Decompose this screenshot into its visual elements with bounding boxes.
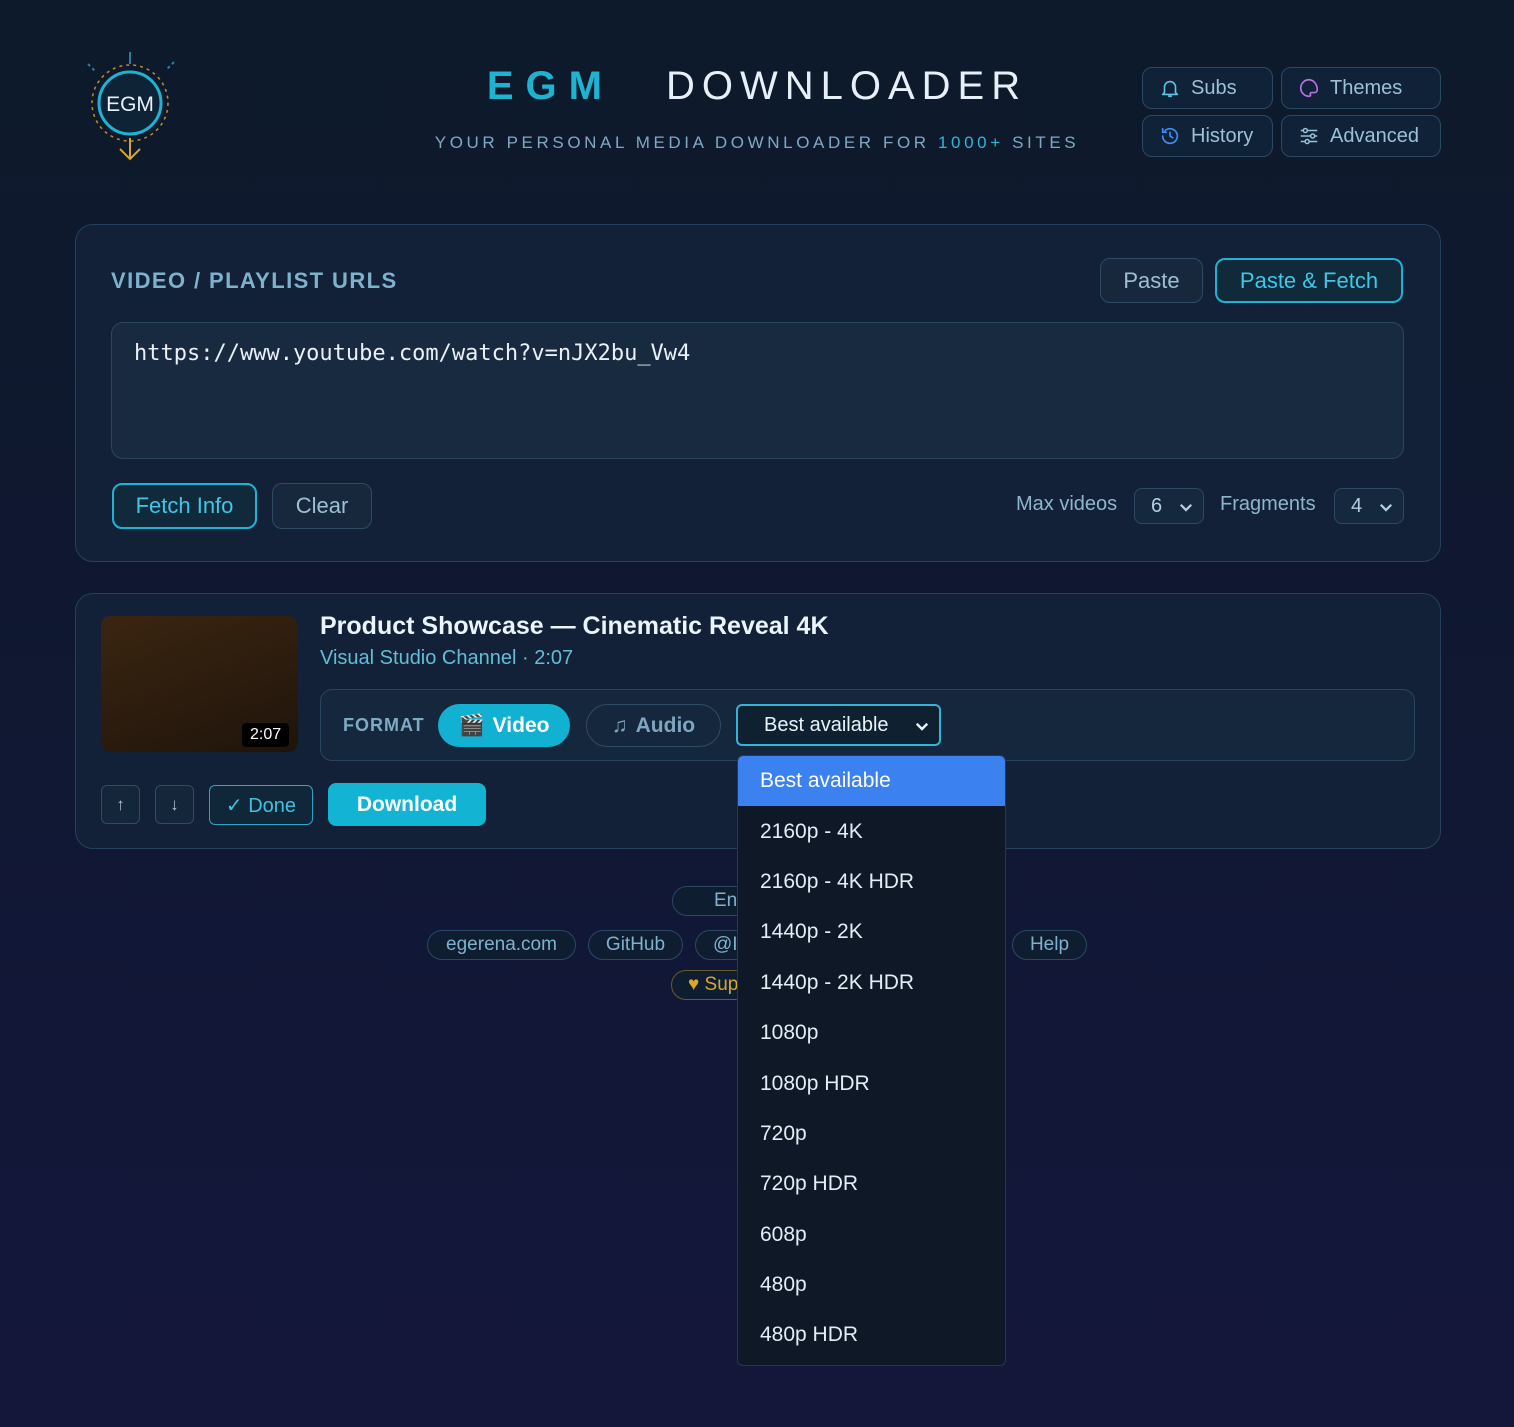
done-button[interactable]: ✓ Done [209,785,313,825]
quality-option[interactable]: Best available [738,756,1005,807]
fragments-value: 4 [1351,494,1363,517]
advanced-button[interactable]: Advanced [1281,115,1441,157]
url-textarea[interactable]: https://www.youtube.com/watch?v=nJX2bu_V… [111,322,1404,459]
paste-button[interactable]: Paste [1100,258,1203,303]
max-videos-select[interactable]: 6 [1134,488,1204,524]
max-videos-label: Max videos [1016,493,1118,515]
subs-button[interactable]: Subs [1142,67,1273,109]
chevron-down-icon [1379,503,1393,512]
title-product: DOWNLOADER [665,64,1028,108]
bell-icon [1161,80,1179,98]
video-title: Product Showcase — Cinematic Reveal 4K [320,612,829,640]
thumbnail-duration: 2:07 [242,723,290,747]
subtitle-text-end: SITES [1003,133,1080,152]
fragments-label: Fragments [1220,493,1316,515]
clapper-icon: 🎬 [458,713,485,737]
move-down-button[interactable]: ↓ [155,785,194,824]
subtitle-text: YOUR PERSONAL MEDIA DOWNLOADER FOR [434,133,938,152]
quality-option[interactable]: 1080p HDR [738,1058,1005,1108]
sliders-icon [1300,127,1318,145]
subtitle-highlight: 1000+ [938,133,1004,152]
move-up-button[interactable]: ↑ [101,785,140,824]
url-section-title: VIDEO / PLAYLIST URLS [111,268,398,293]
video-tab-label: Video [492,713,550,737]
chevron-down-icon [1179,503,1193,512]
max-videos-value: 6 [1151,494,1163,517]
history-button[interactable]: History [1142,115,1273,157]
fragments-select[interactable]: 4 [1334,488,1404,524]
site-link[interactable]: egerena.com [427,930,576,960]
quality-option[interactable]: 480p HDR [738,1310,1005,1360]
fetch-info-button[interactable]: Fetch Info [112,483,257,529]
themes-label: Themes [1330,76,1403,99]
quality-select[interactable]: Best available [736,704,941,746]
history-label: History [1191,124,1254,147]
quality-option[interactable]: 1080p [738,1008,1005,1058]
music-note-icon: ♫ [611,713,628,737]
subs-label: Subs [1191,76,1237,99]
quality-option[interactable]: 2160p - 4K [738,806,1005,856]
quality-option[interactable]: 1440p - 2K HDR [738,958,1005,1008]
palette-icon [1300,78,1319,98]
title-brand: EGM [486,64,614,108]
download-button[interactable]: Download [328,783,486,826]
quality-option[interactable]: 720p HDR [738,1159,1005,1209]
quality-option[interactable]: 480p [738,1260,1005,1310]
github-link[interactable]: GitHub [588,930,683,960]
video-format-tab[interactable]: 🎬 Video [438,704,570,747]
history-icon [1161,127,1179,145]
quality-dropdown: Best available 2160p - 4K 2160p - 4K HDR… [737,755,1006,1366]
quality-option[interactable]: 1440p - 2K [738,907,1005,957]
advanced-label: Advanced [1330,124,1419,147]
format-label: FORMAT [343,715,425,735]
themes-button[interactable]: Themes [1281,67,1441,109]
audio-format-tab[interactable]: ♫ Audio [586,704,721,747]
paste-fetch-button[interactable]: Paste & Fetch [1215,258,1403,303]
help-link[interactable]: Help [1012,930,1087,960]
quality-option[interactable]: 720p [738,1109,1005,1159]
chevron-down-icon [915,722,929,731]
audio-tab-label: Audio [635,713,696,737]
quality-option[interactable]: 608p [738,1210,1005,1260]
clear-button[interactable]: Clear [272,483,372,529]
video-meta: Visual Studio Channel · 2:07 [320,647,574,669]
quality-selected-value: Best available [764,713,889,736]
quality-option[interactable]: 2160p - 4K HDR [738,857,1005,907]
